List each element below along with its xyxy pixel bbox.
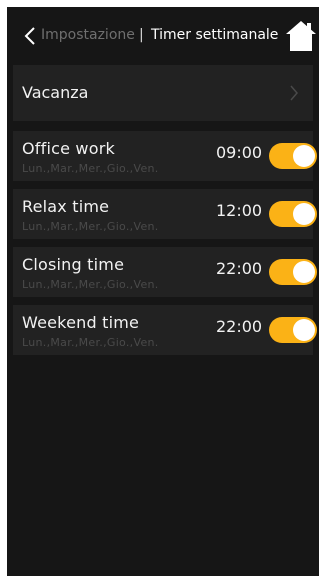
timer-name: Weekend time <box>22 313 140 332</box>
toggle-knob <box>293 319 315 341</box>
page-title: Timer settimanale <box>151 27 279 43</box>
toggle-knob <box>293 145 315 167</box>
chevron-left-icon[interactable] <box>23 26 37 46</box>
home-icon[interactable] <box>285 19 317 53</box>
timer-time: 12:00 <box>216 201 263 220</box>
timer-toggle[interactable] <box>269 201 317 227</box>
timer-time: 22:00 <box>216 317 263 336</box>
timer-row[interactable]: Weekend time Lun.,Mar.,Mer.,Gio.,Ven. 22… <box>13 305 317 355</box>
timer-row[interactable]: Relax time Lun.,Mar.,Mer.,Gio.,Ven. 12:0… <box>13 189 317 239</box>
timer-days: Lun.,Mar.,Mer.,Gio.,Ven. <box>22 336 159 349</box>
timer-name: Relax time <box>22 197 110 216</box>
timer-days: Lun.,Mar.,Mer.,Gio.,Ven. <box>22 278 159 291</box>
vacation-row[interactable]: Vacanza <box>13 65 313 121</box>
breadcrumb-separator: | <box>139 27 144 43</box>
timer-days: Lun.,Mar.,Mer.,Gio.,Ven. <box>22 220 159 233</box>
weekly-timer-screen: Impostazione | Timer settimanale Vacanza… <box>7 7 319 576</box>
timer-time: 22:00 <box>216 259 263 278</box>
toggle-knob <box>293 203 315 225</box>
timer-name: Office work <box>22 139 115 158</box>
breadcrumb-parent[interactable]: Impostazione <box>41 27 135 43</box>
timer-toggle[interactable] <box>269 317 317 343</box>
timer-name: Closing time <box>22 255 125 274</box>
timer-row[interactable]: Closing time Lun.,Mar.,Mer.,Gio.,Ven. 22… <box>13 247 317 297</box>
timer-time: 09:00 <box>216 143 263 162</box>
toggle-knob <box>293 261 315 283</box>
chevron-right-icon <box>290 85 298 101</box>
timer-days: Lun.,Mar.,Mer.,Gio.,Ven. <box>22 162 159 175</box>
timer-row[interactable]: Office work Lun.,Mar.,Mer.,Gio.,Ven. 09:… <box>13 131 317 181</box>
header: Impostazione | Timer settimanale <box>7 7 319 63</box>
timer-toggle[interactable] <box>269 143 317 169</box>
timer-toggle[interactable] <box>269 259 317 285</box>
vacation-label: Vacanza <box>22 83 89 102</box>
